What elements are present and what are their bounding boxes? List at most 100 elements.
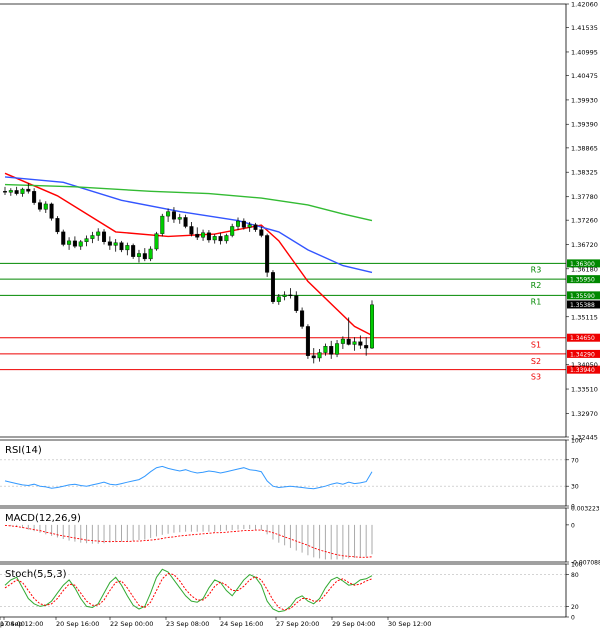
y-tick-label: 1.33510 [571,386,598,394]
candle-body [113,242,118,246]
candle-body [224,235,229,242]
candle-body [236,220,241,227]
candle-body [96,231,101,236]
candle-body [32,191,37,203]
candle-body [201,232,206,238]
level-label-r3: R3 [531,265,542,274]
macd-signal-line [4,524,373,558]
candle-body [125,245,130,251]
x-tick-label: 24 Sep 16:00 [220,620,263,628]
pane-y-tick-label: 0 [571,615,575,622]
y-tick-label: 1.32970 [571,410,598,418]
level-price-tag: 1.35590 [570,293,595,300]
candle-body [78,241,83,247]
x-tick-label: 17 Sep 12:00 [0,620,43,628]
candle-body [195,233,200,238]
pane-y-tick-label: 30 [571,484,579,491]
y-tick-label: 1.38325 [571,169,598,177]
candle-body [148,248,153,260]
level-label-s1: S1 [531,341,541,350]
level-price-tag: 1.34650 [570,335,595,342]
candle-body [241,220,246,228]
candle-body [259,229,264,236]
candle-body [253,224,258,230]
indicator-title: RSI(14) [5,445,42,456]
candle-body [14,190,19,194]
y-tick-label: 1.37260 [571,217,598,225]
x-tick-label: 22 Sep 00:00 [110,620,153,628]
y-tick-label: 1.38865 [571,144,598,152]
candle-body [84,238,89,242]
y-tick-label: 1.36180 [571,265,598,273]
candle-body [323,346,328,353]
y-tick-label: 1.35115 [571,313,598,321]
candle-body [142,253,147,260]
x-tick-label: 23 Sep 08:00 [166,620,209,628]
candle-body [37,202,42,210]
candle-body [67,240,72,245]
chart-root: R3 1.36300 R2 1.35950 R1 1.35590 S1 1.34650 S2 1.… [0,0,600,633]
candle-body [311,355,316,359]
candle-body [61,231,66,245]
candle-body [26,188,31,192]
candle-body [370,304,375,349]
y-tick-label: 1.36720 [571,241,598,249]
level-label-s3: S3 [531,373,541,382]
chart-svg: R31.36300R21.35950R11.35590S11.34650S21.… [0,1,600,628]
indicator-title: MACD(12,26,9) [5,513,81,524]
candle-body [276,296,281,302]
candle-body [305,326,310,356]
candle-body [49,203,54,219]
y-tick-label: 1.40475 [571,72,598,80]
candle-body [72,240,77,247]
candle-body [270,272,275,302]
candle-body [335,343,340,355]
y-tick-label: 1.39390 [571,121,598,129]
candle-body [119,242,124,251]
candle-body [55,218,60,233]
candle-body [8,190,13,193]
candle-body [166,211,171,217]
candle-body [352,341,357,345]
level-label-s2: S2 [531,357,541,366]
candle-body [265,235,270,273]
candle-body [364,345,369,349]
level-price-tag: 1.34290 [570,351,595,358]
pane-y-tick-label: 100 [571,438,583,445]
x-tick-label: 20 Sep 16:00 [56,620,99,628]
candle-body [183,217,188,227]
moving-average-line-2 [4,183,373,222]
pane-y-tick-label: 0 [571,522,575,529]
candle-body [3,191,7,193]
level-label-r1: R1 [531,297,542,306]
rsi-line [4,465,373,490]
pane-y-tick-label: 70 [571,457,579,464]
candle-body [189,226,194,235]
level-label-r2: R2 [531,281,542,290]
candle-body [90,235,95,239]
x-tick-label: 30 Sep 12:00 [388,620,431,628]
candle-body [340,338,345,344]
candle-body [160,215,165,234]
candle-body [102,231,107,242]
x-tick-label: 29 Sep 04:00 [332,620,375,628]
candle-body [317,352,322,359]
x-tick-label: 27 Sep 20:00 [276,620,319,628]
pane-y-tick-label: 100 [571,562,583,569]
y-tick-label: 1.34050 [571,361,598,369]
indicator-title: Stoch(5,5,3) [5,569,67,580]
candle-body [20,188,25,194]
candle-body [288,294,293,297]
level-price-tag: 1.35950 [570,277,595,284]
candle-body [294,295,299,311]
pane-y-tick-label: 20 [571,604,579,611]
y-tick-label: 1.41535 [571,24,598,32]
y-tick-label: 1.37780 [571,193,598,201]
candle-body [107,241,112,246]
y-tick-label: 1.39930 [571,96,598,104]
candle-body [171,211,176,220]
candle-body [212,236,217,241]
candle-body [282,294,287,297]
candle-body [247,224,252,228]
candle-body [346,338,351,345]
